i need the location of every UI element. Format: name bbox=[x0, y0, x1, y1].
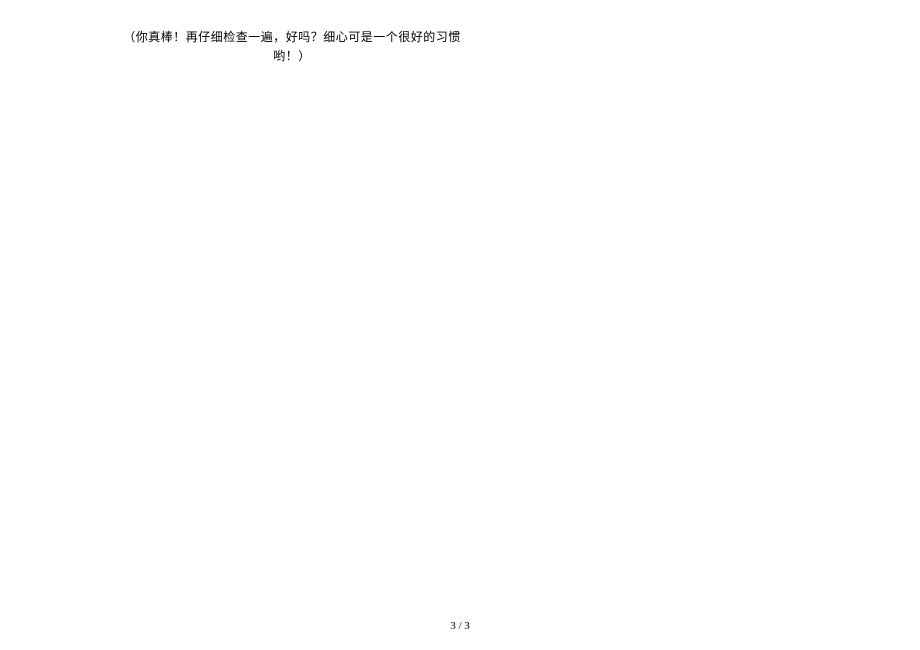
page-number-footer: 3 / 3 bbox=[0, 620, 920, 632]
page-number-text: 3 / 3 bbox=[450, 620, 470, 632]
text-line-1: （你真棒！再仔细检查一遍，好吗？细心可是一个很好的习惯 bbox=[123, 30, 461, 44]
text-line-2: 哟！） bbox=[273, 49, 311, 63]
body-text: （你真棒！再仔细检查一遍，好吗？细心可是一个很好的习惯 哟！） bbox=[122, 28, 462, 66]
